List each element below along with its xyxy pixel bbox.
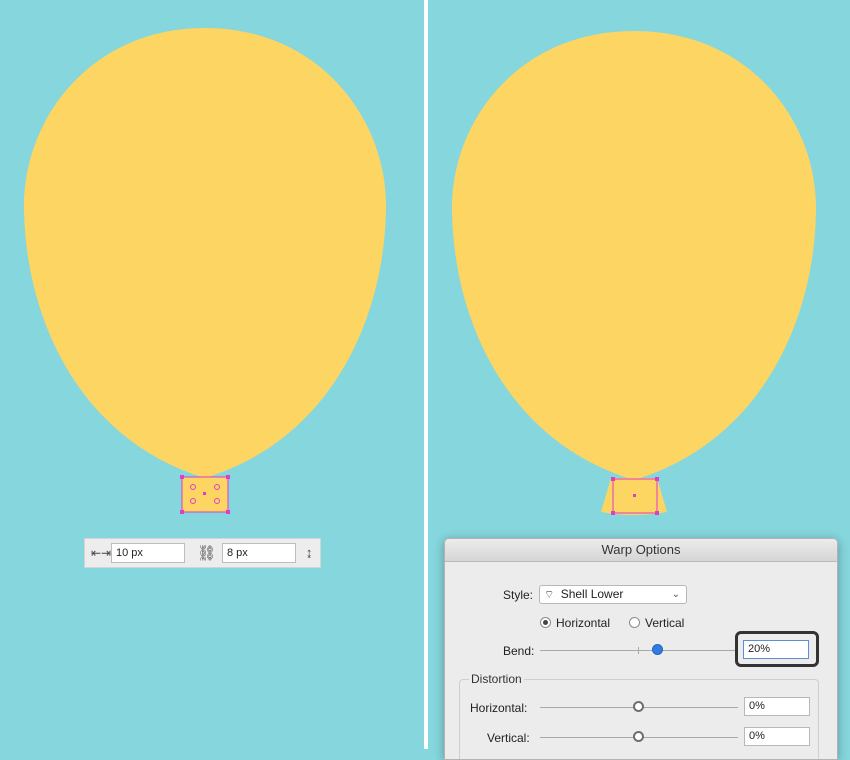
bend-slider-knob[interactable] — [652, 644, 663, 655]
radio-horizontal-label[interactable]: Horizontal — [556, 616, 610, 630]
basket-warped-selected[interactable] — [601, 477, 667, 515]
height-input[interactable]: 8 px — [222, 543, 296, 563]
width-input[interactable]: 10 px — [111, 543, 185, 563]
balloon-shape[interactable] — [23, 28, 387, 478]
bend-input[interactable]: 20% — [743, 640, 809, 659]
distortion-vertical-label: Vertical: — [487, 731, 530, 745]
distortion-horizontal-label: Horizontal: — [470, 701, 528, 715]
distortion-horizontal-input[interactable]: 0% — [744, 697, 810, 716]
bend-slider-center-tick — [638, 647, 639, 654]
unlink-chain-icon[interactable]: ⛓ — [197, 544, 216, 562]
chevron-down-icon: ⌄ — [671, 589, 680, 600]
width-arrows-icon: ⇤⇥ — [91, 546, 112, 560]
style-label: Style: — [503, 588, 534, 602]
balloon-shape[interactable] — [451, 31, 817, 480]
distortion-horizontal-knob[interactable] — [633, 701, 644, 712]
distortion-vertical-knob[interactable] — [633, 731, 644, 742]
distortion-title: Distortion — [469, 672, 524, 686]
transform-bar: ⇤⇥ 10 px ⛓ 8 px ↨ — [84, 538, 321, 568]
balloon-artwork-before — [23, 28, 387, 514]
shell-lower-icon: ⌔ — [544, 589, 555, 601]
radio-vertical[interactable] — [629, 617, 640, 628]
style-select[interactable]: ⌔ Shell Lower ⌄ — [539, 585, 687, 604]
canvas-before: ⇤⇥ 10 px ⛓ 8 px ↨ — [0, 0, 424, 749]
distortion-group — [459, 679, 819, 759]
bend-label: Bend: — [503, 644, 535, 658]
warp-options-dialog: Warp Options Style: ⌔ Shell Lower ⌄ Hori… — [444, 538, 838, 760]
bend-input-focus: 20% — [735, 631, 819, 667]
radio-horizontal[interactable] — [540, 617, 551, 628]
radio-vertical-label[interactable]: Vertical — [645, 616, 684, 630]
distortion-vertical-input[interactable]: 0% — [744, 727, 810, 746]
height-arrows-icon: ↨ — [306, 545, 313, 560]
dialog-title: Warp Options — [445, 539, 837, 562]
basket-rectangle-selected[interactable] — [180, 475, 230, 514]
style-value: Shell Lower — [560, 587, 624, 601]
